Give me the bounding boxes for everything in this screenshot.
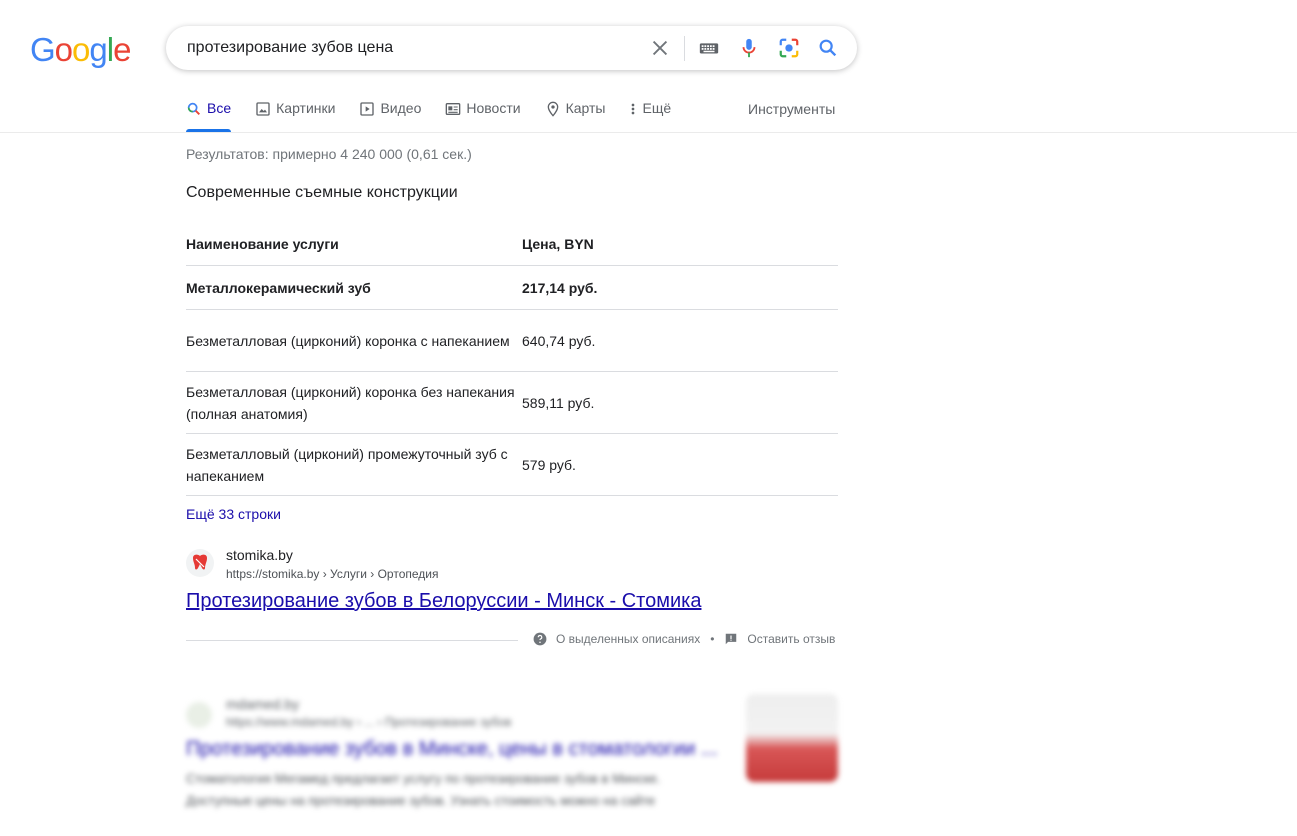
header-divider bbox=[0, 132, 1297, 133]
tab-label: Ещё bbox=[642, 100, 672, 116]
service-price: 579 руб. bbox=[522, 456, 576, 473]
camera-lens-icon[interactable] bbox=[778, 37, 800, 59]
tab-maps[interactable]: Карты bbox=[545, 100, 606, 132]
service-name: Металлокерамический зуб bbox=[186, 279, 371, 296]
logo-letter: e bbox=[113, 31, 131, 68]
site-name[interactable]: stomika.by bbox=[226, 547, 293, 563]
separator-dot: • bbox=[710, 632, 715, 646]
table-row: Металлокерамический зуб 217,14 руб. bbox=[186, 266, 838, 310]
logo-letter: o bbox=[72, 31, 90, 68]
site-favicon bbox=[186, 702, 212, 728]
service-name: Безметалловый (цирконий) промежуточный з… bbox=[186, 445, 508, 484]
tab-label: Картинки bbox=[276, 100, 336, 116]
tab-news[interactable]: Новости bbox=[445, 100, 521, 132]
search-box[interactable]: протезирование зубов цена bbox=[166, 26, 857, 70]
map-pin-icon bbox=[547, 101, 558, 117]
result-description: Стоматология Мегамед предлагает услугу п… bbox=[186, 771, 661, 808]
help-icon[interactable] bbox=[533, 632, 547, 646]
image-icon bbox=[256, 102, 270, 116]
tab-all[interactable]: Все bbox=[186, 100, 232, 132]
feedback-icon[interactable] bbox=[724, 632, 738, 646]
more-vert-icon bbox=[632, 103, 635, 115]
feedback-row: О выделенных описаниях • Оставить отзыв bbox=[533, 632, 835, 646]
service-name: Безметалловая (цирконий) коронка без нап… bbox=[186, 383, 515, 422]
tab-label: Карты bbox=[565, 100, 606, 116]
logo-letter: o bbox=[54, 31, 73, 68]
tab-label: Новости bbox=[466, 100, 521, 116]
result-title-link[interactable]: Протезирование зубов в Минске, цены в ст… bbox=[186, 738, 718, 761]
site-url-breadcrumb[interactable]: https://stomika.by › Услуги › Ортопедия bbox=[226, 567, 439, 581]
keyboard-icon[interactable] bbox=[698, 37, 720, 59]
search-icon[interactable] bbox=[817, 37, 839, 59]
service-name: Безметалловая (цирконий) коронка с напек… bbox=[186, 332, 510, 349]
site-name: mdamed.by bbox=[226, 696, 300, 712]
service-price: 589,11 руб. bbox=[522, 394, 595, 411]
search-divider bbox=[684, 36, 685, 61]
microphone-icon[interactable] bbox=[738, 37, 760, 59]
snippet-heading: Современные съемные конструкции bbox=[186, 184, 458, 201]
table-row: Безметалловый (цирконий) промежуточный з… bbox=[186, 434, 838, 496]
search-input[interactable]: протезирование зубов цена bbox=[187, 38, 393, 58]
service-price: 217,14 руб. bbox=[522, 279, 598, 296]
service-price: 640,74 руб. bbox=[522, 332, 596, 349]
leave-feedback-link[interactable]: Оставить отзыв bbox=[747, 632, 835, 646]
about-snippets-link[interactable]: О выделенных описаниях bbox=[556, 632, 700, 646]
tooth-logo-icon bbox=[193, 554, 207, 570]
header-price: Цена, BYN bbox=[522, 235, 594, 252]
logo-letter: G bbox=[30, 31, 56, 68]
google-logo[interactable]: Google bbox=[30, 31, 131, 68]
result-title-link[interactable]: Протезирование зубов в Белоруссии - Минс… bbox=[186, 590, 701, 613]
more-rows-link[interactable]: Ещё 33 строки bbox=[186, 506, 281, 522]
search-tabs: Все Картинки Видео Новости Карты Ещё bbox=[186, 100, 695, 132]
site-url-breadcrumb: https://www.mdamed.by › ... › Протезиров… bbox=[226, 715, 512, 729]
table-row: Безметалловая (цирконий) коронка с напек… bbox=[186, 310, 838, 372]
header-service: Наименование услуги bbox=[186, 235, 339, 252]
tools-button[interactable]: Инструменты bbox=[748, 101, 835, 117]
tab-videos[interactable]: Видео bbox=[359, 100, 421, 132]
table-row: Безметалловая (цирконий) коронка без нап… bbox=[186, 372, 838, 434]
tab-images[interactable]: Картинки bbox=[255, 100, 335, 132]
feedback-divider bbox=[186, 640, 518, 641]
tab-label: Видео bbox=[380, 100, 422, 116]
table-header-row: Наименование услуги Цена, BYN bbox=[186, 222, 838, 266]
result-thumbnail[interactable] bbox=[746, 694, 838, 782]
video-icon bbox=[360, 102, 375, 116]
clear-icon[interactable] bbox=[649, 37, 671, 59]
tab-label: Все bbox=[207, 100, 232, 116]
news-icon bbox=[446, 103, 461, 115]
search-results-page: Google протезирование зубов цена Все Кар… bbox=[0, 0, 1297, 836]
site-favicon[interactable] bbox=[186, 549, 214, 577]
search-tab-icon bbox=[187, 102, 200, 115]
price-table: Наименование услуги Цена, BYN Металлокер… bbox=[186, 222, 838, 496]
logo-letter: g bbox=[89, 31, 107, 68]
tab-more[interactable]: Ещё bbox=[629, 100, 671, 132]
result-stats: Результатов: примерно 4 240 000 (0,61 се… bbox=[186, 146, 472, 162]
